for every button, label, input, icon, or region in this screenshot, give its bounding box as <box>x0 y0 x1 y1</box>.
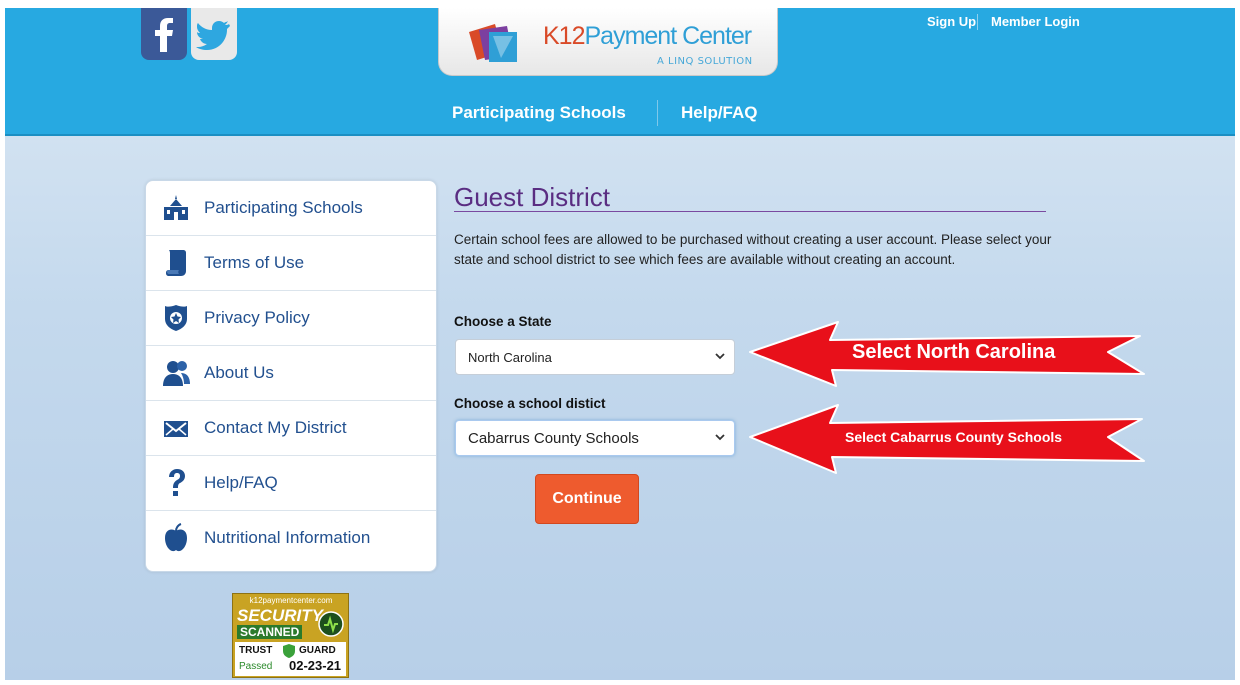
badge-date: 02-23-21 <box>289 658 342 673</box>
badge-status: Passed <box>239 661 273 672</box>
sidebar-item-label: About Us <box>204 363 274 382</box>
sidebar-item-help-faq[interactable]: Help/FAQ <box>146 456 436 511</box>
badge-site: k12paymentcenter.com <box>249 596 333 605</box>
logo-payment-center: Payment Center <box>584 22 752 50</box>
nav-help-faq[interactable]: Help/FAQ <box>681 103 758 123</box>
arrow-district-text: Select Cabarrus County Schools <box>845 429 1063 445</box>
chevron-down-icon <box>715 353 725 360</box>
question-icon <box>169 469 185 496</box>
continue-button-label: Continue <box>552 490 622 507</box>
sidebar-item-label: Terms of Use <box>204 253 305 272</box>
sidebar-item-label: Contact My District <box>204 418 347 437</box>
sidebar-item-label: Privacy Policy <box>204 308 310 327</box>
title-divider <box>454 211 1046 212</box>
top-link-divider <box>977 14 978 30</box>
shield-check-icon <box>318 611 344 637</box>
district-select[interactable]: Cabarrus County Schools <box>455 420 735 456</box>
badge-shield-icon <box>283 644 295 658</box>
sidebar-item-about-us[interactable]: About Us <box>146 346 436 401</box>
facebook-icon <box>155 18 173 52</box>
facebook-button[interactable] <box>141 8 187 60</box>
badge-guard: GUARD <box>299 645 336 656</box>
nav-divider <box>657 100 658 126</box>
guest-description: Certain school fees are allowed to be pu… <box>454 232 1052 267</box>
page-title: Guest District <box>454 182 611 212</box>
logo-text: K12Payment Center <box>543 22 752 51</box>
header: K12Payment Center A LINQ SOLUTION Sign U… <box>5 8 1235 136</box>
sidebar-item-label: Nutritional Information <box>204 528 371 547</box>
scroll-icon <box>166 250 186 276</box>
logo-tagline: A LINQ SOLUTION <box>657 56 753 67</box>
nav-participating-schools[interactable]: Participating Schools <box>452 103 626 123</box>
state-select[interactable]: North Carolina <box>455 339 735 375</box>
logo-k12: K12 <box>543 22 585 50</box>
sign-up-link[interactable]: Sign Up <box>927 14 976 29</box>
sidebar: Participating Schools Terms of Use Priva… <box>145 180 437 572</box>
sidebar-item-label: Participating Schools <box>204 198 363 217</box>
logo-cards-icon <box>469 24 517 62</box>
sidebar-item-participating-schools[interactable]: Participating Schools <box>146 181 436 236</box>
sidebar-item-privacy-policy[interactable]: Privacy Policy <box>146 291 436 346</box>
badge-icon <box>165 305 187 331</box>
continue-button[interactable]: Continue <box>535 474 639 524</box>
sidebar-item-contact-my-district[interactable]: Contact My District <box>146 401 436 456</box>
people-icon <box>163 361 190 386</box>
school-icon <box>164 195 188 220</box>
security-badge[interactable]: k12paymentcenter.com SECURITY SCANNED TR… <box>232 593 349 678</box>
twitter-button[interactable] <box>191 8 237 60</box>
apple-icon <box>165 523 187 552</box>
badge-security: SECURITY <box>237 606 323 625</box>
badge-scanned: SCANNED <box>237 625 303 639</box>
arrow-state-text: Select North Carolina <box>852 341 1056 363</box>
district-select-value: Cabarrus County Schools <box>468 430 639 447</box>
badge-trust: TRUST <box>239 645 273 656</box>
page: K12Payment Center A LINQ SOLUTION Sign U… <box>5 8 1235 680</box>
district-label: Choose a school distict <box>454 396 606 411</box>
state-label: Choose a State <box>454 314 552 329</box>
state-select-value: North Carolina <box>468 350 552 365</box>
twitter-icon <box>196 21 230 50</box>
sidebar-item-nutritional-information[interactable]: Nutritional Information <box>146 511 436 566</box>
chevron-down-icon <box>715 434 725 441</box>
envelope-icon <box>164 421 188 437</box>
site-logo[interactable]: K12Payment Center A LINQ SOLUTION <box>438 8 778 76</box>
sidebar-item-label: Help/FAQ <box>204 473 278 492</box>
member-login-link[interactable]: Member Login <box>991 14 1080 29</box>
sidebar-item-terms-of-use[interactable]: Terms of Use <box>146 236 436 291</box>
